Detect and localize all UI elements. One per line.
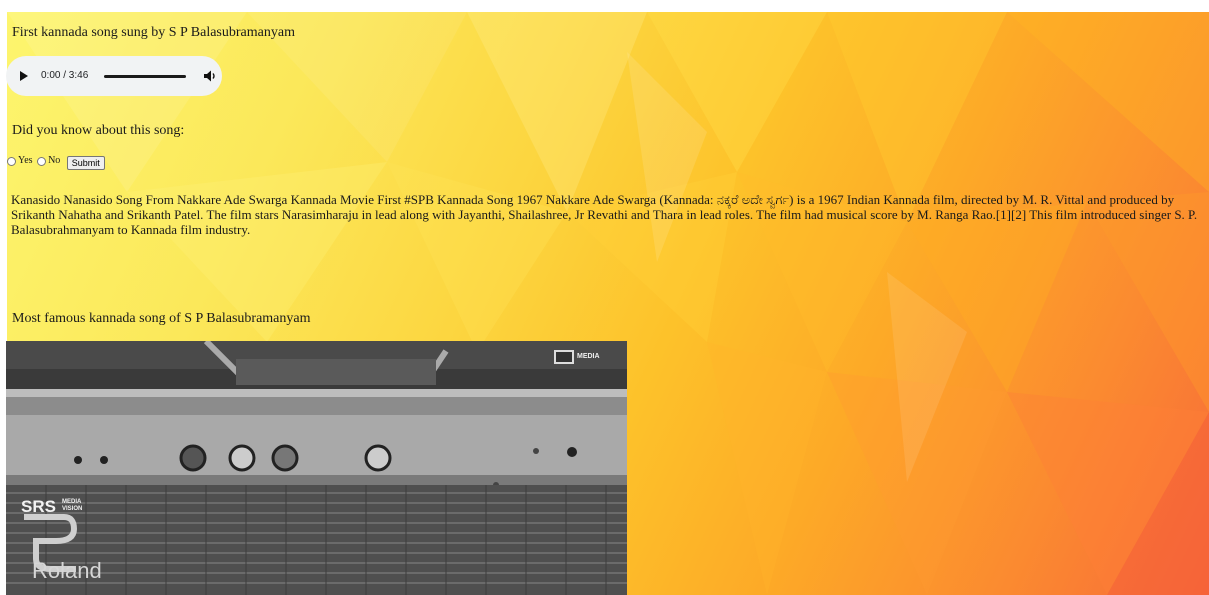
page: First kannada song sung by S P Balasubra… (0, 0, 1209, 595)
srs-logo-media: MEDIA (62, 499, 82, 505)
first-song-title: First kannada song sung by S P Balasubra… (12, 25, 295, 40)
volume-icon[interactable] (202, 68, 218, 84)
radio-yes[interactable] (7, 156, 16, 166)
option-yes[interactable]: Yes (7, 153, 33, 169)
audio-progress-slider[interactable] (104, 75, 186, 78)
srs-logo: SRS (21, 497, 56, 516)
poll-question: Did you know about this song: (12, 123, 185, 138)
option-no[interactable]: No (37, 153, 60, 169)
channel-watermark: MEDIA (577, 353, 600, 360)
poll-form: Yes No Submit (7, 153, 105, 171)
audio-player[interactable]: 0:00 / 3:46 (6, 56, 222, 96)
video-frame (6, 341, 627, 595)
amp-brand-label: Roland (32, 558, 102, 583)
submit-button[interactable]: Submit (66, 156, 105, 171)
play-icon[interactable] (20, 71, 28, 81)
option-no-label: No (48, 155, 61, 166)
option-yes-label: Yes (18, 155, 33, 166)
song-description: Kanasido Nanasido Song From Nakkare Ade … (11, 192, 1198, 237)
famous-song-title: Most famous kannada song of S P Balasubr… (12, 311, 311, 326)
radio-no[interactable] (37, 156, 47, 166)
audio-time: 0:00 / 3:46 (41, 70, 89, 81)
video-player[interactable]: SRS MEDIA VISION MEDIA Roland (6, 341, 627, 595)
srs-logo-vision: VISION (62, 506, 83, 512)
